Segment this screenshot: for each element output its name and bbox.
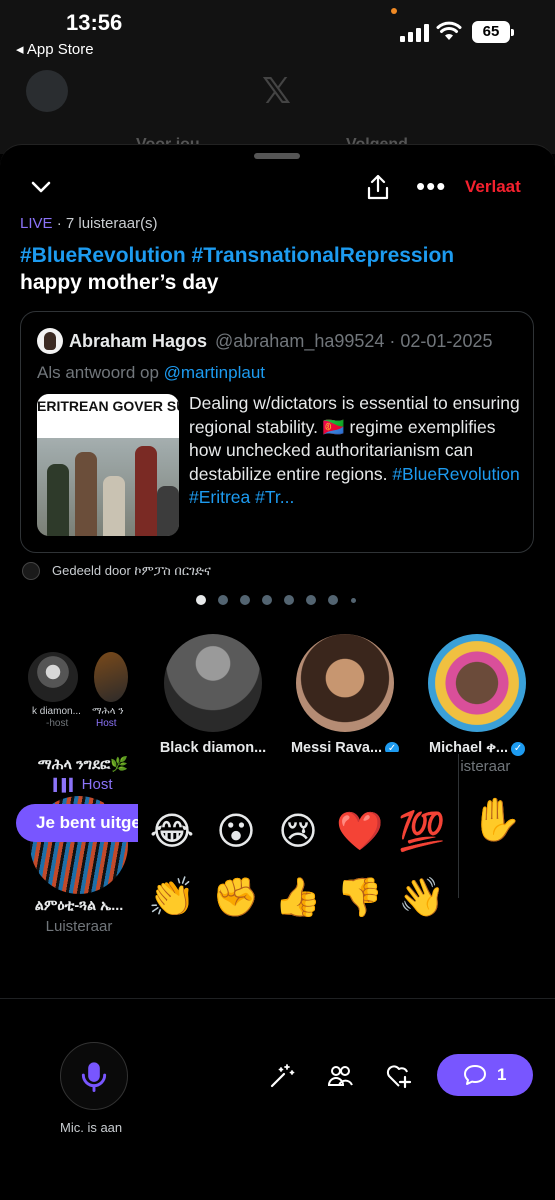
host-mini-label-2: ማሕላ ን (92, 706, 124, 717)
background-app: 𝕏 Voor jou Volgend (0, 64, 555, 154)
shared-by-label: Gedeeld door ኮምፓስ በርገድና (52, 563, 211, 578)
live-label: LIVE (20, 215, 53, 232)
mic-button[interactable] (60, 1042, 128, 1110)
reaction-fist-icon[interactable]: ✊ (210, 872, 262, 924)
avatar (428, 634, 526, 732)
space-title: happy mother’s day (20, 271, 219, 294)
heart-plus-icon[interactable] (385, 1062, 413, 1090)
sheet-grabber[interactable] (254, 153, 300, 159)
avatar (164, 634, 262, 732)
reply-context: Als antwoord op @martinplaut (37, 363, 265, 383)
tweet-image[interactable]: ERITREAN GOVER SUPPORTERS (37, 394, 179, 536)
participant-name: ልምዕቲ-ጓል ኤ... (34, 898, 124, 914)
reaction-heart-icon[interactable]: ❤️ (334, 806, 386, 858)
space-title-hashtags[interactable]: #BlueRevolution #TransnationalRepression (20, 244, 454, 268)
avatar[interactable] (37, 328, 63, 354)
live-status: LIVE · 7 luisteraar(s) (20, 215, 158, 232)
reaction-thumbs-up-icon[interactable]: 👍 (272, 872, 324, 924)
mic-status-label: Mic. is aan (60, 1120, 123, 1135)
avatar (94, 652, 128, 702)
share-icon[interactable] (364, 173, 392, 201)
chat-bubble-icon (464, 1065, 486, 1085)
wifi-icon (436, 21, 462, 40)
chevron-down-icon[interactable] (30, 179, 52, 195)
battery-indicator: 65 (472, 21, 514, 43)
leave-button[interactable]: Verlaat (465, 177, 521, 197)
avatar (28, 652, 78, 702)
signal-icon (400, 24, 430, 42)
sharer-avatar-icon (22, 562, 40, 580)
participant-name: ማሕላ ንግደፎ🌿 (37, 757, 129, 773)
verified-badge-icon: ✓ (511, 742, 526, 756)
host-mini-role-2: Host (96, 718, 117, 729)
reaction-hundred-icon[interactable]: 💯 (396, 806, 448, 858)
tweet-text: Dealing w/dictators is essential to ensu… (189, 392, 525, 510)
reply-mention-link[interactable]: @martinplaut (164, 363, 265, 382)
avatar (296, 634, 394, 732)
raise-hand-icon[interactable]: ✋ (470, 796, 522, 845)
participant-role: Luisteraar (45, 918, 113, 935)
comments-button[interactable]: 1 (437, 1054, 533, 1096)
listener-count: · 7 luisteraar(s) (52, 215, 158, 232)
reaction-crying-icon[interactable]: 😢 (272, 806, 324, 858)
participant-role: ▍▌▍ Host (53, 776, 113, 793)
reaction-thumbs-down-icon[interactable]: 👎 (334, 872, 386, 924)
pinned-tweet-card[interactable]: Abraham Hagos @abraham_ha99524 · 02-01-2… (20, 311, 534, 553)
people-icon[interactable] (326, 1062, 354, 1090)
host-mini-role-1: -host (46, 718, 69, 729)
page-indicator (196, 595, 366, 607)
speaking-bars-icon: ▍▌▍ (53, 778, 79, 792)
back-to-app-store-link[interactable]: ◂ App Store (16, 40, 94, 58)
divider (458, 754, 459, 898)
reaction-clap-icon[interactable]: 👏 (146, 872, 198, 924)
reaction-panel: 😂 😮 😢 ❤️ 💯 👏 ✊ 👍 👎 👋 (138, 752, 460, 942)
status-bar: 13:56 ◂ App Store 65 (0, 0, 555, 64)
clock: 13:56 (66, 10, 123, 35)
reaction-laugh-icon[interactable]: 😂 (146, 806, 198, 858)
host-mini-label-1: k diamon... (32, 706, 81, 717)
tweet-handle-date: @abraham_ha99524 · 02-01-2025 (215, 331, 493, 351)
reaction-surprised-icon[interactable]: 😮 (210, 806, 262, 858)
x-logo-icon: 𝕏 (262, 70, 292, 111)
privacy-indicator-dot (391, 8, 397, 14)
reaction-wave-icon[interactable]: 👋 (396, 872, 448, 924)
comment-count: 1 (497, 1065, 507, 1084)
image-banner-text: ERITREAN GOVER SUPPORTERS (37, 394, 179, 438)
microphone-icon (81, 1062, 107, 1093)
avatar (26, 70, 68, 112)
tweet-author-name: Abraham Hagos (69, 331, 208, 351)
magic-wand-icon[interactable] (268, 1062, 296, 1090)
divider (0, 998, 555, 999)
reply-prefix: Als antwoord op (37, 363, 164, 382)
more-options-icon[interactable]: ••• (416, 171, 446, 202)
